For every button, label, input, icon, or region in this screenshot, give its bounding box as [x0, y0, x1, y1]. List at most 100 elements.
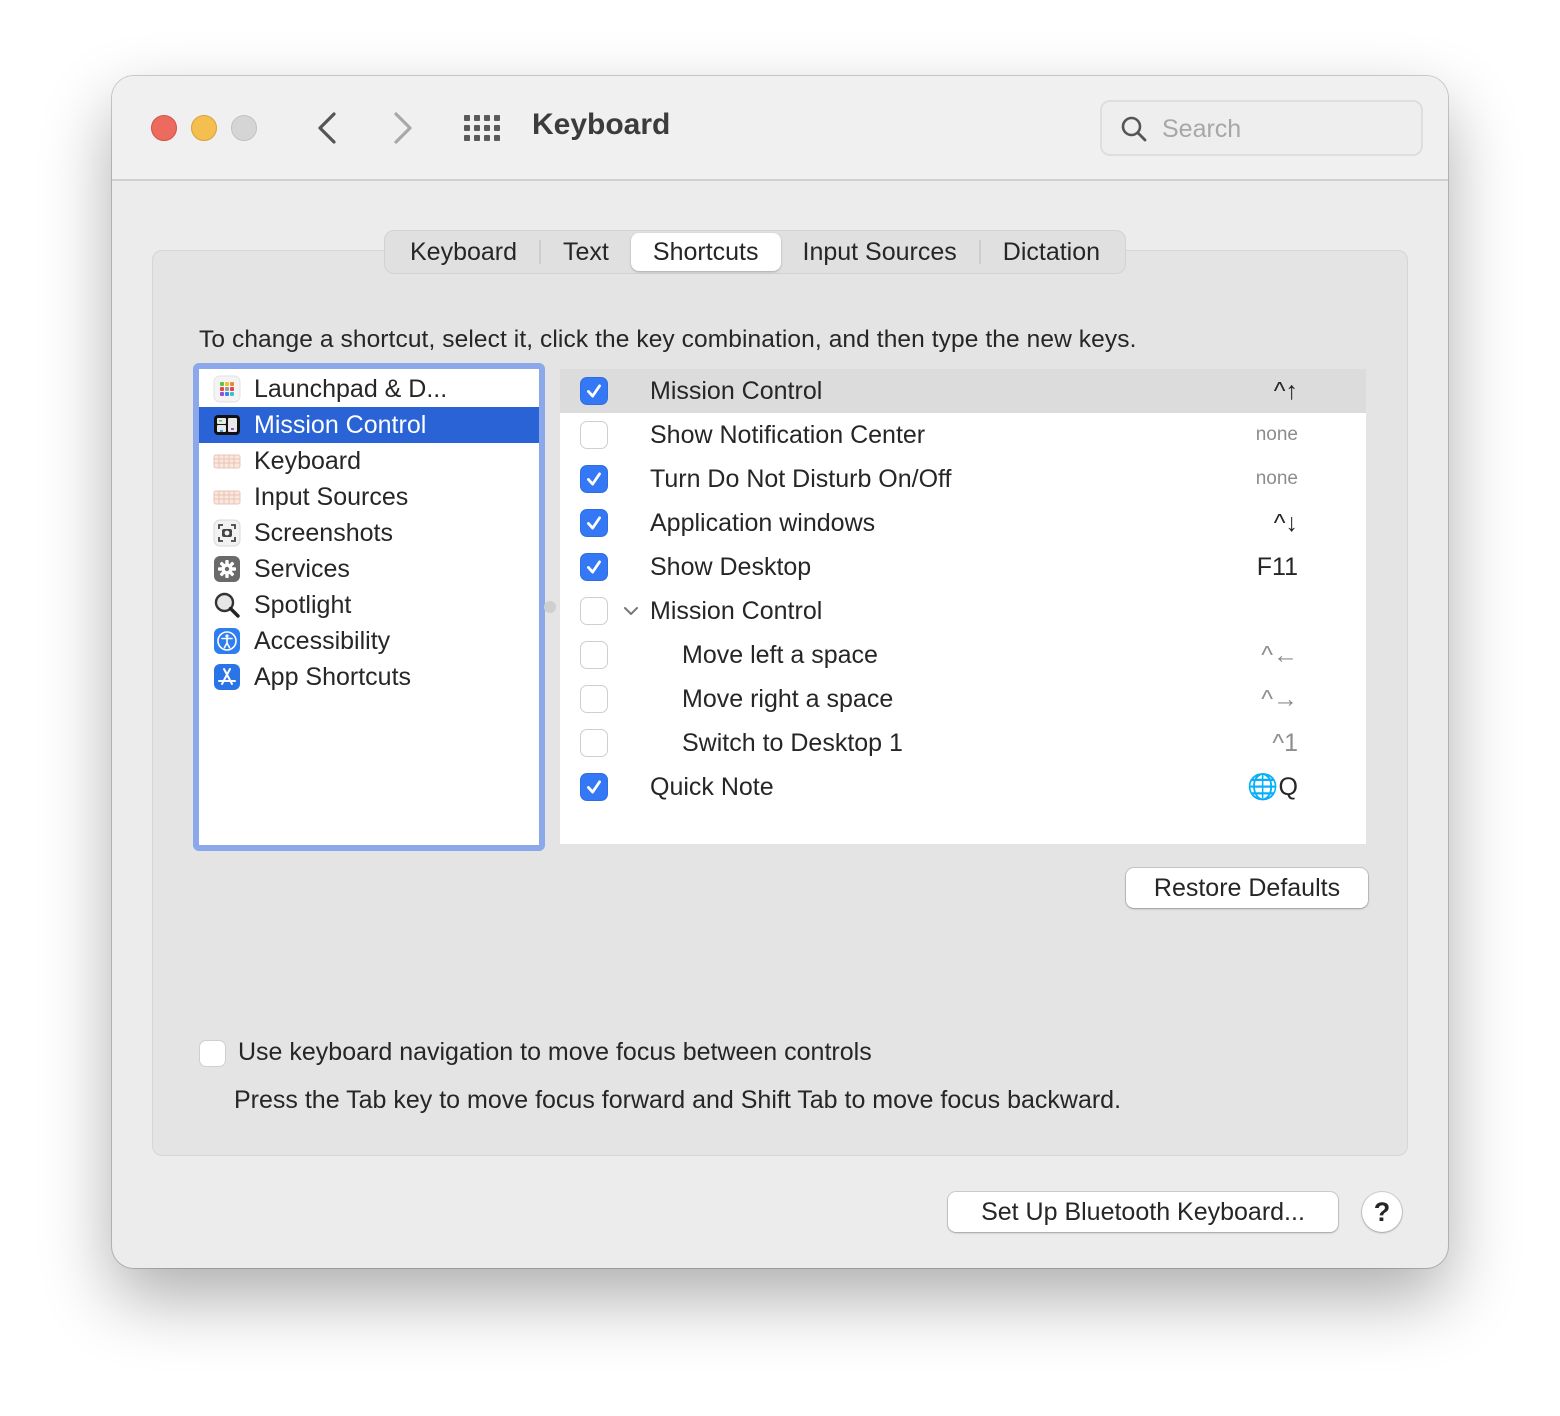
- shortcut-key-combination[interactable]: none: [1256, 424, 1298, 446]
- grid-dot: [474, 135, 480, 141]
- shortcut-category-list[interactable]: Launchpad & D... Mission Control Keyboar…: [193, 363, 545, 851]
- category-label: App Shortcuts: [254, 662, 412, 691]
- shortcut-list[interactable]: Mission Control ^↑ Show Notification Cente…: [560, 369, 1366, 844]
- shortcut-label: Turn Do Not Disturb On/Off: [650, 464, 952, 493]
- shortcut-label: Move right a space: [682, 684, 894, 713]
- shortcut-row[interactable]: Application windows ^↓: [560, 501, 1366, 545]
- shortcut-label: Quick Note: [650, 772, 774, 801]
- category-input-sources[interactable]: Input Sources: [199, 479, 539, 515]
- show-all-button[interactable]: [464, 113, 502, 143]
- minimize-window-button[interactable]: [191, 115, 217, 141]
- category-accessibility[interactable]: Accessibility: [199, 623, 539, 659]
- chevron-right-icon: [394, 112, 412, 144]
- shortcut-enabled-checkbox[interactable]: [580, 553, 608, 581]
- zoom-window-button[interactable]: [231, 115, 257, 141]
- split-view-handle[interactable]: [544, 601, 556, 613]
- shortcut-key-combination[interactable]: ^→: [1261, 685, 1298, 714]
- shortcut-row[interactable]: Mission Control ^↑: [560, 369, 1366, 413]
- grid-dot: [464, 115, 470, 121]
- category-services[interactable]: Services: [199, 551, 539, 587]
- category-launchpad-dock[interactable]: Launchpad & D...: [199, 371, 539, 407]
- category-mission-control[interactable]: Mission Control: [199, 407, 539, 443]
- search-field[interactable]: [1100, 100, 1423, 156]
- category-label: Screenshots: [254, 518, 393, 547]
- category-label: Spotlight: [254, 590, 352, 619]
- back-button[interactable]: [312, 110, 342, 146]
- mission-control-icon: [213, 411, 241, 439]
- grid-dot: [494, 135, 500, 141]
- screenshot-icon: [213, 519, 241, 547]
- grid-dot: [484, 115, 490, 121]
- shortcut-enabled-checkbox[interactable]: [580, 729, 608, 757]
- category-label: Input Sources: [254, 482, 409, 511]
- shortcut-key-combination[interactable]: ^←: [1261, 641, 1298, 670]
- grid-dot: [464, 135, 470, 141]
- shortcut-row[interactable]: Quick Note 🌐Q: [560, 765, 1366, 809]
- category-label: Services: [254, 554, 350, 583]
- shortcut-key-combination[interactable]: ^1: [1272, 729, 1298, 758]
- tab-dictation[interactable]: Dictation: [981, 233, 1122, 271]
- shortcut-enabled-checkbox[interactable]: [580, 509, 608, 537]
- tab-keyboard[interactable]: Keyboard: [388, 233, 539, 271]
- tab-shortcuts[interactable]: Shortcuts: [630, 233, 781, 271]
- category-screenshots[interactable]: Screenshots: [199, 515, 539, 551]
- launchpad-icon: [213, 375, 241, 403]
- keyboard-icon: [213, 447, 241, 475]
- title-bar: Keyboard: [112, 76, 1448, 181]
- forward-button[interactable]: [388, 110, 418, 146]
- grid-dot: [494, 125, 500, 131]
- gear-icon: [213, 555, 241, 583]
- shortcut-row[interactable]: Mission Control: [560, 589, 1366, 633]
- close-window-button[interactable]: [151, 115, 177, 141]
- shortcut-enabled-checkbox[interactable]: [580, 465, 608, 493]
- category-label: Accessibility: [254, 626, 391, 655]
- grid-dot: [474, 125, 480, 131]
- keyboard-preferences-window: Keyboard Keyboard Text Shortcuts Input S…: [112, 76, 1448, 1268]
- category-app-shortcuts[interactable]: App Shortcuts: [199, 659, 539, 695]
- keyboard-navigation-checkbox[interactable]: [199, 1040, 226, 1067]
- shortcut-key-combination[interactable]: F11: [1257, 553, 1298, 582]
- shortcut-key-combination[interactable]: ^↑: [1274, 377, 1298, 406]
- magnifying-glass-icon: [213, 591, 241, 619]
- shortcut-row[interactable]: Show Notification Center none: [560, 413, 1366, 457]
- shortcut-row[interactable]: Show Desktop F11: [560, 545, 1366, 589]
- chevron-left-icon: [318, 112, 336, 144]
- category-label: Mission Control: [254, 410, 427, 439]
- setup-bluetooth-keyboard-button[interactable]: Set Up Bluetooth Keyboard...: [948, 1192, 1338, 1232]
- shortcut-label: Application windows: [650, 508, 876, 537]
- shortcut-row[interactable]: Switch to Desktop 1 ^1: [560, 721, 1366, 765]
- shortcut-enabled-checkbox[interactable]: [580, 421, 608, 449]
- restore-defaults-button[interactable]: Restore Defaults: [1126, 868, 1368, 908]
- tab-text[interactable]: Text: [541, 233, 631, 271]
- shortcut-enabled-checkbox[interactable]: [580, 377, 608, 405]
- accessibility-icon: [213, 627, 241, 655]
- tab-input-sources[interactable]: Input Sources: [781, 233, 979, 271]
- shortcut-enabled-checkbox[interactable]: [580, 641, 608, 669]
- shortcut-label: Move left a space: [682, 640, 878, 669]
- shortcut-enabled-checkbox[interactable]: [580, 685, 608, 713]
- category-label: Keyboard: [254, 446, 362, 475]
- search-input[interactable]: [1162, 110, 1412, 148]
- category-label: Launchpad & D...: [254, 374, 448, 403]
- help-button[interactable]: ?: [1362, 1192, 1402, 1232]
- search-icon: [1121, 116, 1147, 142]
- instructions-text: To change a shortcut, select it, click t…: [199, 326, 1137, 353]
- shortcut-enabled-checkbox[interactable]: [580, 597, 608, 625]
- shortcut-key-combination[interactable]: 🌐Q: [1247, 773, 1298, 802]
- app-store-icon: [213, 663, 241, 691]
- shortcut-row[interactable]: Move left a space ^←: [560, 633, 1366, 677]
- category-spotlight[interactable]: Spotlight: [199, 587, 539, 623]
- shortcut-key-combination[interactable]: none: [1256, 468, 1298, 490]
- grid-dot: [494, 115, 500, 121]
- keyboard-navigation-hint: Press the Tab key to move focus forward …: [234, 1086, 1122, 1114]
- shortcut-row[interactable]: Turn Do Not Disturb On/Off none: [560, 457, 1366, 501]
- window-title: Keyboard: [532, 108, 671, 141]
- keyboard-icon: [213, 483, 241, 511]
- shortcut-key-combination[interactable]: ^↓: [1274, 509, 1298, 538]
- grid-dot: [464, 125, 470, 131]
- category-keyboard[interactable]: Keyboard: [199, 443, 539, 479]
- shortcut-enabled-checkbox[interactable]: [580, 773, 608, 801]
- chevron-down-icon[interactable]: [622, 603, 640, 619]
- shortcut-row[interactable]: Move right a space ^→: [560, 677, 1366, 721]
- tab-bar: Keyboard Text Shortcuts Input Sources Di…: [384, 230, 1127, 274]
